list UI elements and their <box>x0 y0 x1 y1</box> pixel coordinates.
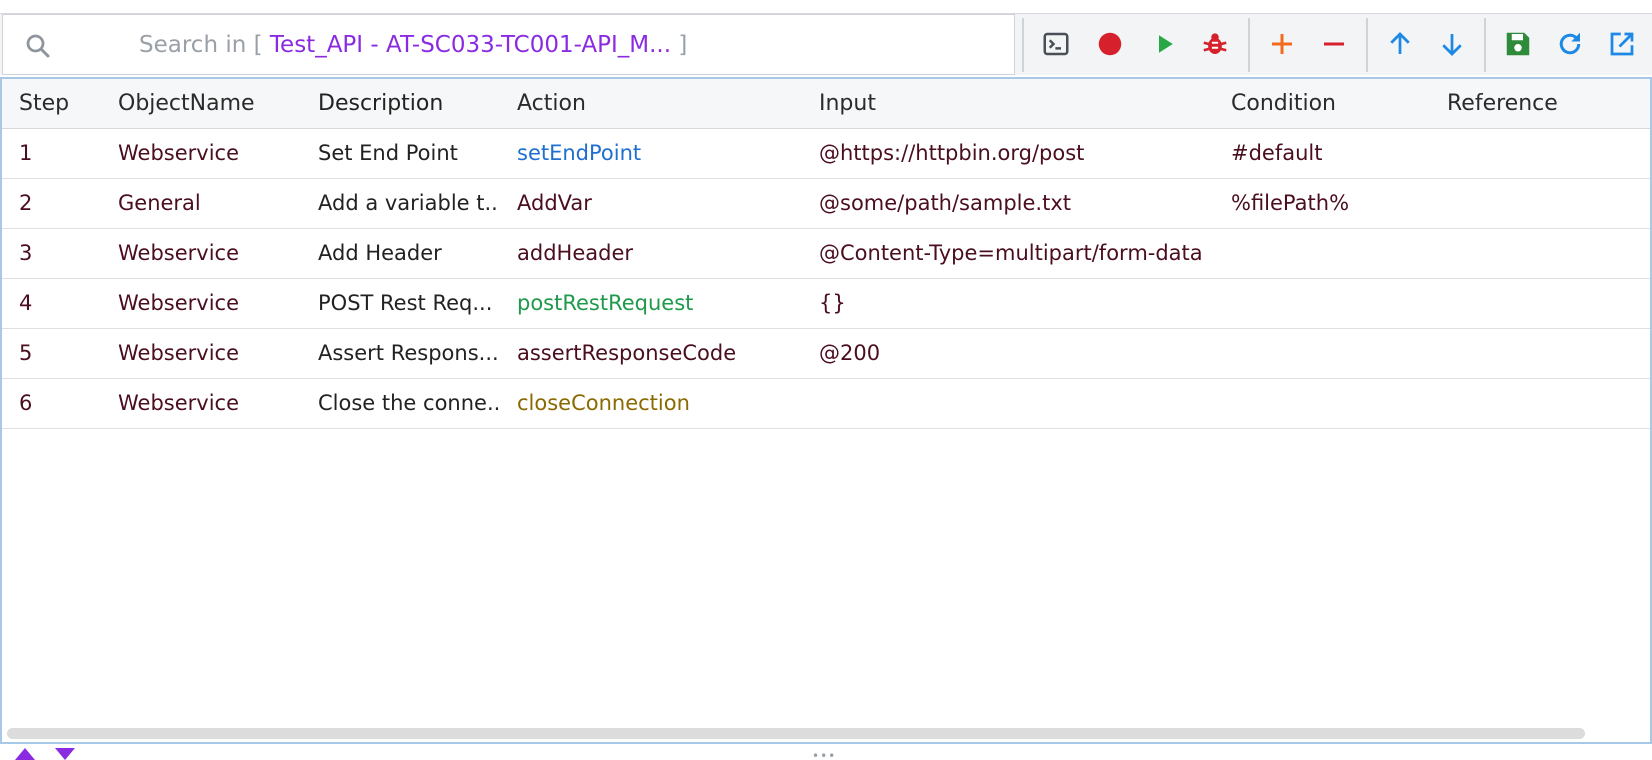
open-external-button[interactable] <box>1604 26 1640 62</box>
step-cell[interactable]: 5 <box>19 329 99 378</box>
play-icon <box>1159 35 1173 53</box>
condition-cell[interactable] <box>1231 279 1441 328</box>
reference-cell[interactable] <box>1447 179 1647 228</box>
column-header-action[interactable]: Action <box>517 79 797 129</box>
column-header-reference[interactable]: Reference <box>1447 79 1647 129</box>
description-cell[interactable]: Close the conne... <box>318 379 498 428</box>
search-prefix: Search in <box>139 32 247 58</box>
add-icon <box>1272 34 1292 54</box>
refresh-icon <box>1559 32 1581 55</box>
condition-cell[interactable] <box>1231 329 1441 378</box>
toolbar-divider <box>1022 18 1024 72</box>
column-header-objectname[interactable]: ObjectName <box>118 79 298 129</box>
objectname-cell[interactable]: General <box>118 179 298 228</box>
debug-icon <box>1203 33 1227 54</box>
description-cell[interactable]: Assert Respons... <box>318 329 498 378</box>
description-cell[interactable]: Add Header <box>318 229 498 278</box>
table-row[interactable]: 5 Webservice Assert Respons... assertRes… <box>2 329 1650 379</box>
console-button[interactable] <box>1038 26 1074 62</box>
column-header-input[interactable]: Input <box>819 79 1219 129</box>
debug-button[interactable] <box>1197 26 1233 62</box>
table-row[interactable]: 6 Webservice Close the conne... closeCon… <box>2 379 1650 429</box>
search-close-bracket: ] <box>678 32 688 58</box>
console-icon <box>1043 32 1069 56</box>
description-cell[interactable]: POST Rest Req... <box>318 279 498 328</box>
step-cell[interactable]: 2 <box>19 179 99 228</box>
arrow-up-icon <box>1390 32 1410 54</box>
reference-cell[interactable] <box>1447 129 1647 178</box>
condition-cell[interactable]: #default <box>1231 129 1441 178</box>
column-header-step[interactable]: Step <box>19 79 99 129</box>
action-cell[interactable]: AddVar <box>517 179 797 228</box>
objectname-cell[interactable]: Webservice <box>118 379 298 428</box>
remove-icon <box>1324 42 1344 46</box>
table-header: Step ObjectName Description Action Input… <box>2 79 1650 129</box>
save-icon <box>1506 32 1530 56</box>
step-cell[interactable]: 3 <box>19 229 99 278</box>
toolbar: Search in [ Test_API - AT-SC033-TC001-AP… <box>0 13 1652 75</box>
objectname-cell[interactable]: Webservice <box>118 279 298 328</box>
search-open-bracket: [ <box>253 32 263 58</box>
save-button[interactable] <box>1500 26 1536 62</box>
action-cell[interactable]: postRestRequest <box>517 279 797 328</box>
input-cell[interactable]: @Content-Type=multipart/form-data <box>819 229 1219 278</box>
toolbar-divider <box>1366 18 1368 72</box>
step-cell[interactable]: 6 <box>19 379 99 428</box>
record-icon <box>1098 32 1122 56</box>
collapse-up-icon[interactable] <box>14 748 36 760</box>
drag-handle-icon[interactable]: ••• <box>812 749 836 760</box>
toolbar-divider <box>1484 18 1486 72</box>
move-down-button[interactable] <box>1434 26 1470 62</box>
add-step-button[interactable] <box>1264 26 1300 62</box>
condition-cell[interactable]: %filePath% <box>1231 179 1441 228</box>
panel-splitter: ••• <box>0 744 1652 760</box>
input-cell[interactable]: @some/path/sample.txt <box>819 179 1219 228</box>
test-step-editor: Search in [ Test_API - AT-SC033-TC001-AP… <box>0 0 1652 760</box>
description-cell[interactable]: Set End Point <box>318 129 498 178</box>
objectname-cell[interactable]: Webservice <box>118 129 298 178</box>
table-row[interactable]: 1 Webservice Set End Point setEndPoint @… <box>2 129 1650 179</box>
arrow-down-icon <box>1442 34 1462 56</box>
action-cell[interactable]: setEndPoint <box>517 129 797 178</box>
column-header-condition[interactable]: Condition <box>1231 79 1441 129</box>
column-header-description[interactable]: Description <box>318 79 498 129</box>
reference-cell[interactable] <box>1447 329 1647 378</box>
action-cell[interactable]: addHeader <box>517 229 797 278</box>
step-cell[interactable]: 4 <box>19 279 99 328</box>
refresh-button[interactable] <box>1552 26 1588 62</box>
open-external-icon <box>1610 32 1634 56</box>
move-up-button[interactable] <box>1382 26 1418 62</box>
table-row[interactable]: 3 Webservice Add Header addHeader @Conte… <box>2 229 1650 279</box>
record-button[interactable] <box>1092 26 1128 62</box>
input-cell[interactable]: @200 <box>819 329 1219 378</box>
objectname-cell[interactable]: Webservice <box>118 229 298 278</box>
remove-step-button[interactable] <box>1316 26 1352 62</box>
reference-cell[interactable] <box>1447 379 1647 428</box>
action-cell[interactable]: closeConnection <box>517 379 797 428</box>
condition-cell[interactable] <box>1231 229 1441 278</box>
horizontal-scrollbar[interactable] <box>7 728 1585 739</box>
table-row[interactable]: 4 Webservice POST Rest Req... postRestRe… <box>2 279 1650 329</box>
objectname-cell[interactable]: Webservice <box>118 329 298 378</box>
action-cell[interactable]: assertResponseCode <box>517 329 797 378</box>
reference-cell[interactable] <box>1447 229 1647 278</box>
search-icon <box>26 34 50 58</box>
input-cell[interactable]: {} <box>819 279 1219 328</box>
search-target: Test_API - AT-SC033-TC001-API_M... <box>269 32 672 58</box>
search-placeholder: Search in [ Test_API - AT-SC033-TC001-AP… <box>139 15 687 76</box>
condition-cell[interactable] <box>1231 379 1441 428</box>
input-cell[interactable] <box>819 379 1219 428</box>
input-cell[interactable]: @https://httpbin.org/post <box>819 129 1219 178</box>
description-cell[interactable]: Add a variable t... <box>318 179 498 228</box>
search-input[interactable]: Search in [ Test_API - AT-SC033-TC001-AP… <box>2 14 1015 75</box>
toolbar-divider <box>1248 18 1250 72</box>
steps-table: Step ObjectName Description Action Input… <box>0 77 1652 744</box>
step-cell[interactable]: 1 <box>19 129 99 178</box>
reference-cell[interactable] <box>1447 279 1647 328</box>
table-row[interactable]: 2 General Add a variable t... AddVar @so… <box>2 179 1650 229</box>
run-button[interactable] <box>1146 26 1182 62</box>
collapse-down-icon[interactable] <box>54 748 76 760</box>
